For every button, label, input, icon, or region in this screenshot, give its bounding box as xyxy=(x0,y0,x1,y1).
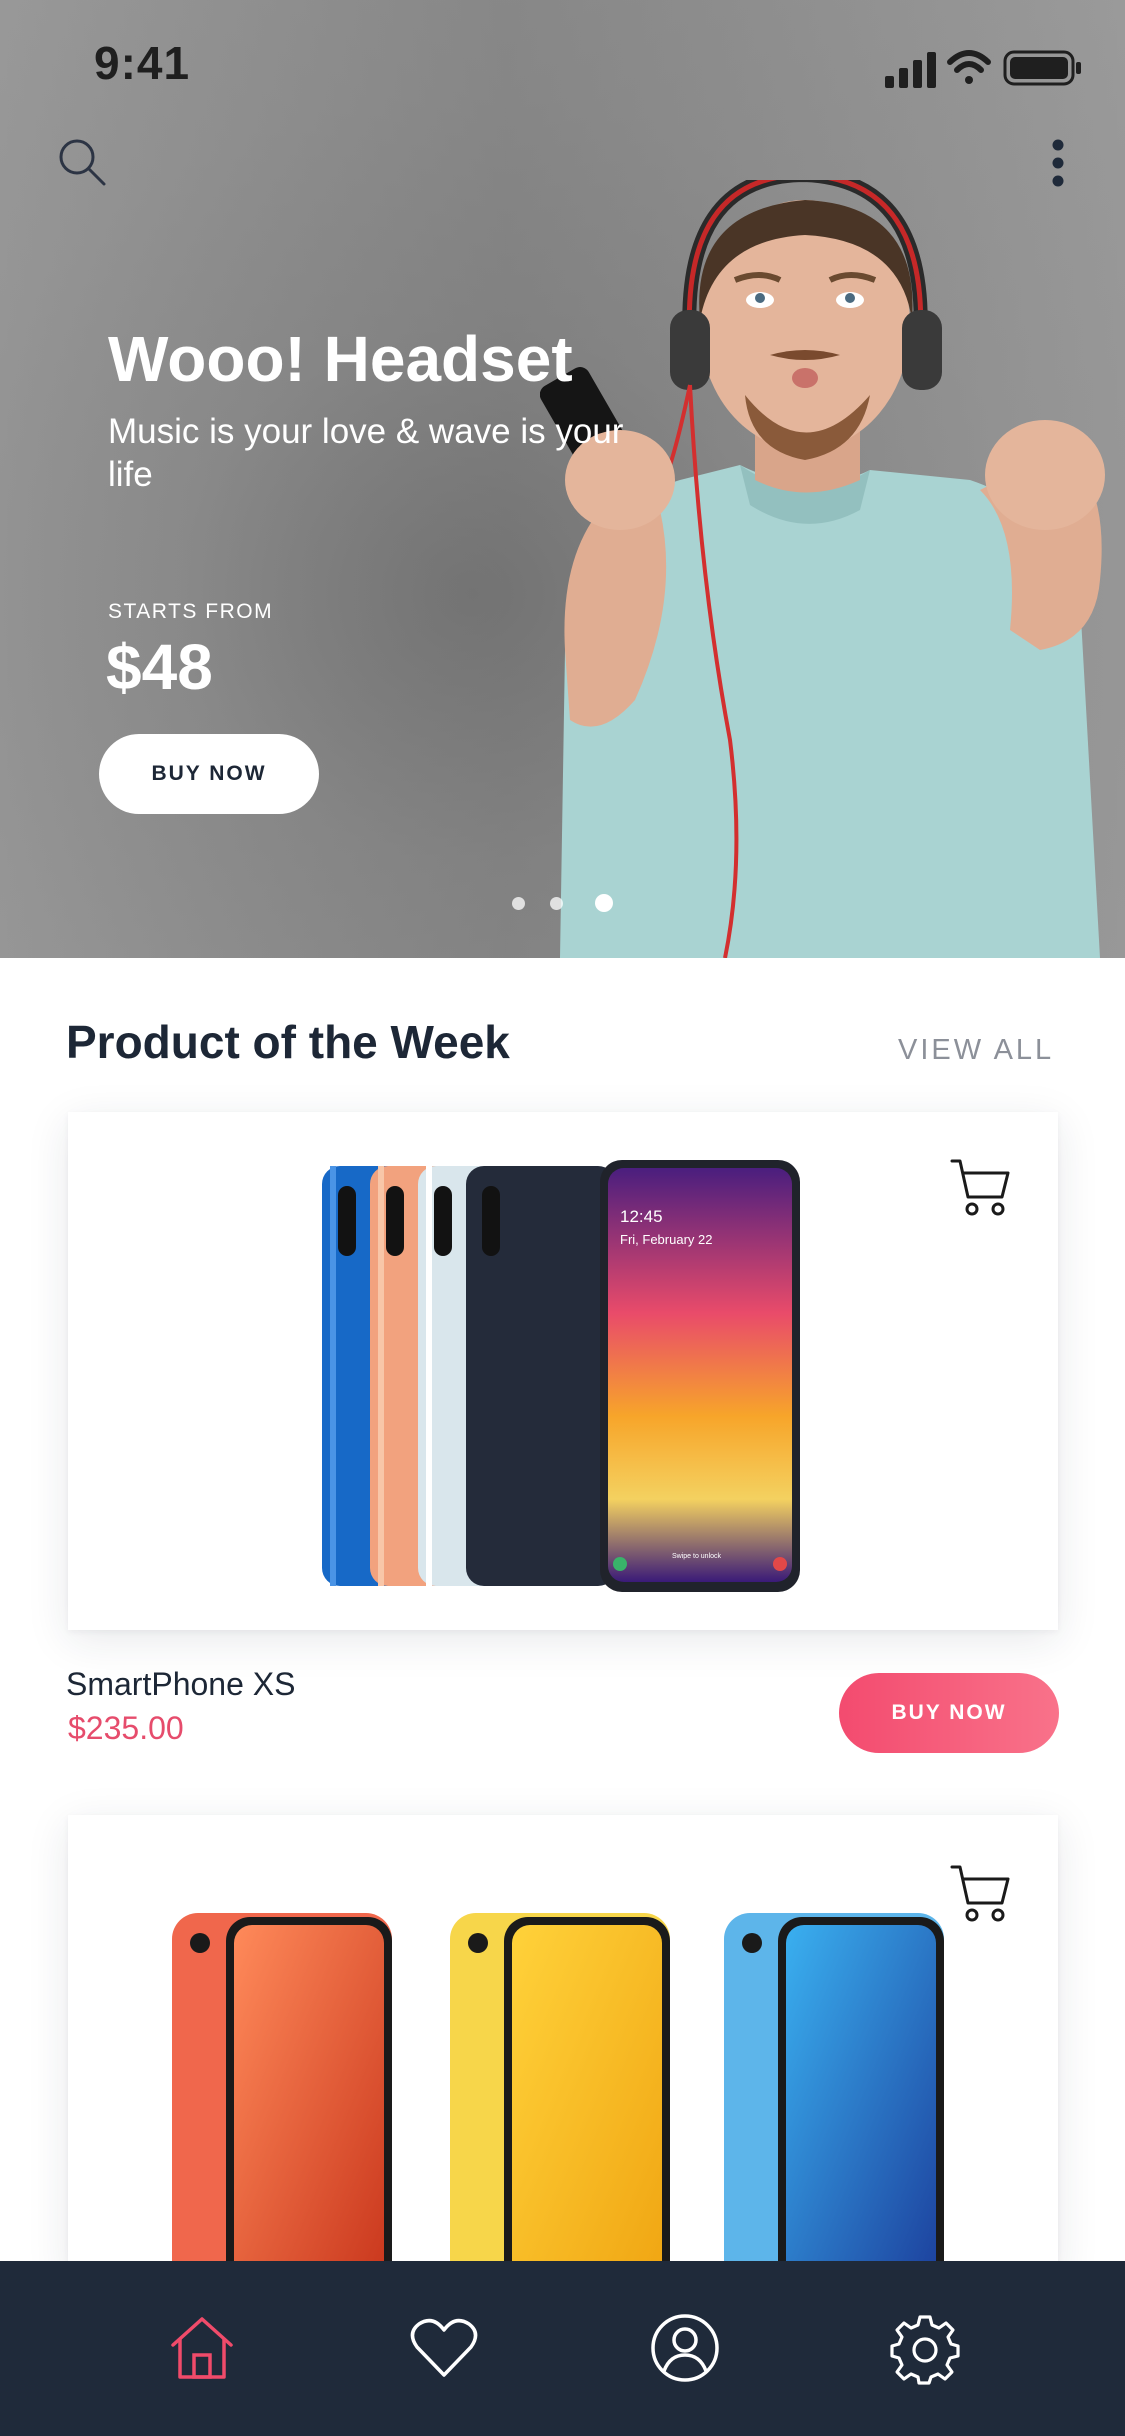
profile-icon[interactable] xyxy=(648,2311,722,2385)
carousel-dots xyxy=(512,891,622,915)
home-icon[interactable] xyxy=(165,2311,239,2385)
carousel-dot[interactable] xyxy=(550,897,563,910)
heart-icon[interactable] xyxy=(407,2311,481,2385)
product-card[interactable] xyxy=(68,1815,1058,2275)
product-card[interactable]: 12:45 Fri, February 22 Swipe to unlock xyxy=(68,1112,1058,1630)
hero-model-image xyxy=(540,180,1105,958)
signal-icon xyxy=(885,52,936,88)
search-icon[interactable] xyxy=(56,136,108,188)
phone-screen-time: 12:45 xyxy=(620,1207,663,1226)
product-buy-now-button[interactable]: BUY NOW xyxy=(839,1673,1059,1753)
hero-subtitle: Music is your love & wave is your life xyxy=(108,412,624,494)
status-time: 9:41 xyxy=(94,37,191,89)
section-title: Product of the Week xyxy=(66,1016,510,1068)
more-options-icon[interactable] xyxy=(1048,138,1068,188)
phone-screen-hint: Swipe to unlock xyxy=(672,1553,722,1560)
carousel-dot[interactable] xyxy=(512,897,525,910)
carousel-dot-active[interactable] xyxy=(595,894,613,912)
gear-icon[interactable] xyxy=(888,2311,962,2385)
add-to-cart-icon[interactable] xyxy=(950,1863,1012,1925)
wifi-icon xyxy=(947,50,991,84)
product-image xyxy=(172,1913,944,2275)
view-all-link[interactable]: VIEW ALL xyxy=(898,1034,1054,1067)
hero-price: $48 xyxy=(106,631,213,703)
phone-screen-date: Fri, February 22 xyxy=(620,1232,712,1247)
product-name: SmartPhone XS xyxy=(66,1666,296,1702)
hero-starts-from-label: STARTS FROM xyxy=(108,600,274,623)
add-to-cart-icon[interactable] xyxy=(950,1157,1012,1219)
hero-banner[interactable]: 9:41 Wooo! Headset Music is your love & … xyxy=(0,0,1125,958)
status-icons xyxy=(885,50,1081,88)
hero-buy-now-button[interactable]: BUY NOW xyxy=(99,734,319,814)
product-price: $235.00 xyxy=(68,1710,184,1746)
hero-title: Wooo! Headset xyxy=(108,323,573,395)
product-image: 12:45 Fri, February 22 Swipe to unlock xyxy=(322,1160,800,1592)
battery-icon xyxy=(1003,50,1081,86)
bottom-tab-bar xyxy=(0,2261,1125,2436)
